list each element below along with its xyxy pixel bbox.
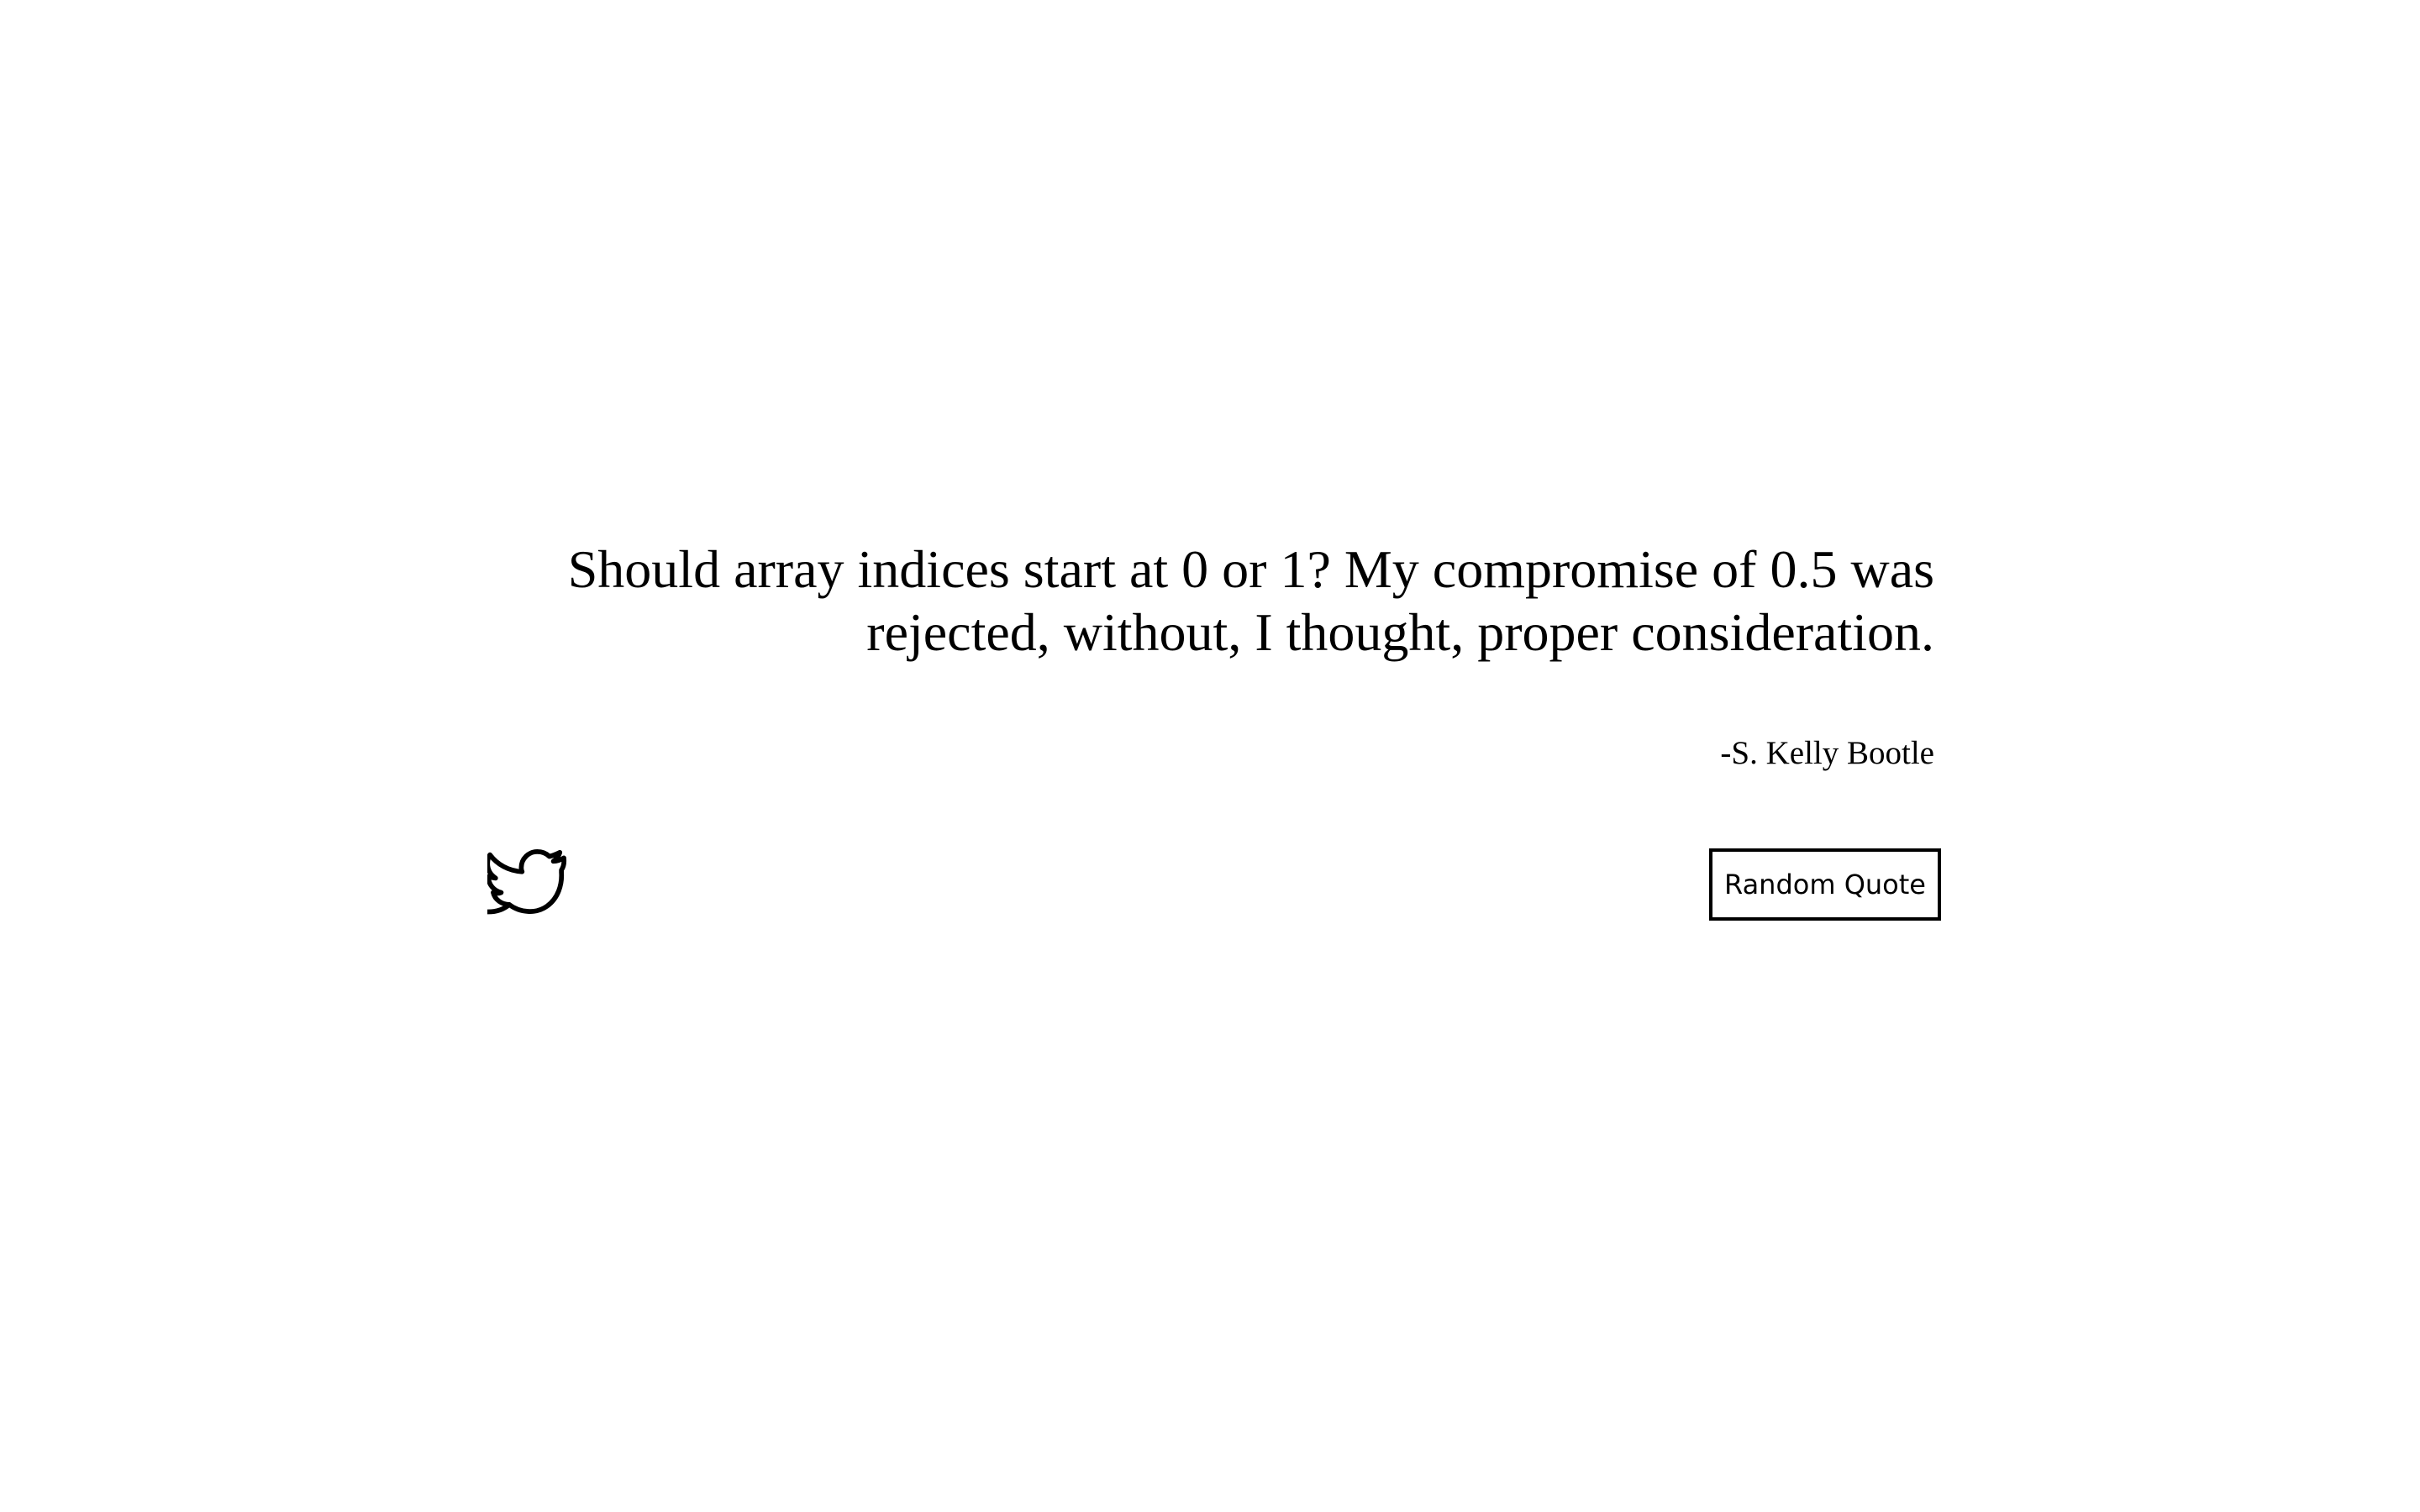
quote-page: Should array indices start at 0 or 1? My…: [0, 0, 2420, 1512]
tweet-button[interactable]: [487, 848, 568, 921]
twitter-bird-icon: [487, 848, 567, 915]
quote-box: Should array indices start at 0 or 1? My…: [487, 538, 1941, 774]
random-quote-button[interactable]: Random Quote: [1709, 848, 1941, 921]
quote-actions: Random Quote: [487, 848, 1941, 924]
quote-text: Should array indices start at 0 or 1? My…: [567, 539, 1934, 662]
quote-author: -S. Kelly Bootle: [1720, 735, 1934, 771]
